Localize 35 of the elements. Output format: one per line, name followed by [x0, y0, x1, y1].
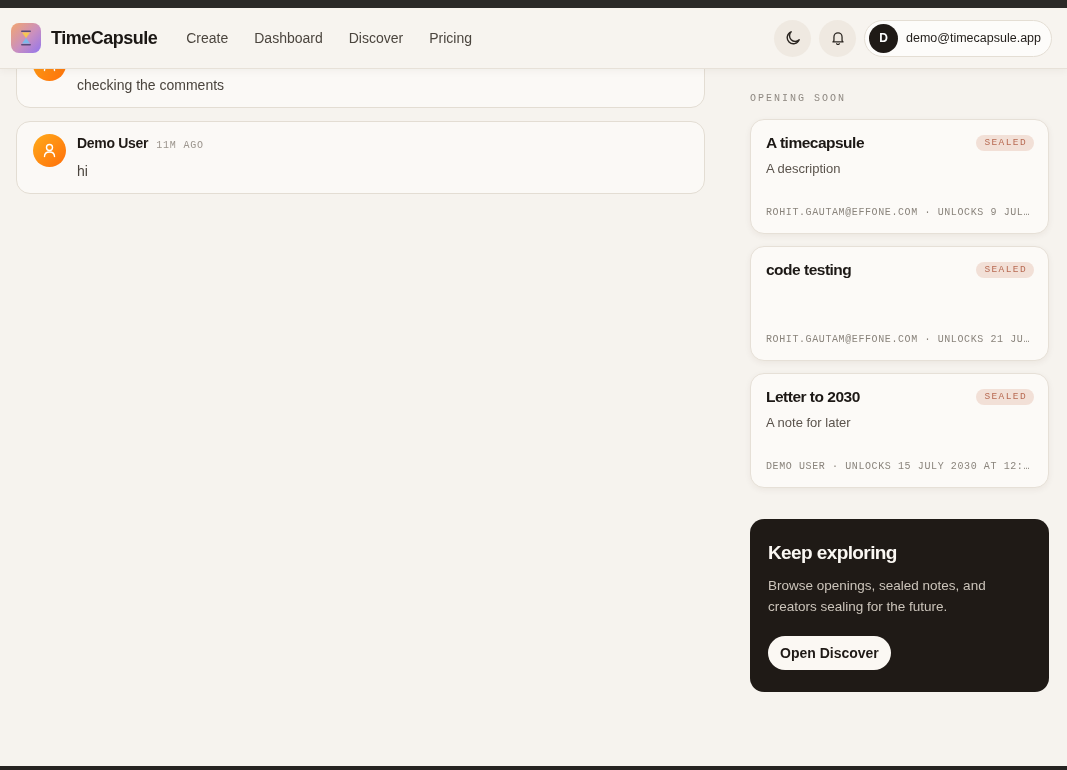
comment-author: Demo User [77, 134, 149, 152]
bell-icon [830, 31, 845, 45]
moon-icon [785, 31, 800, 45]
comment-text: checking the comments [77, 76, 225, 95]
capsule-meta: ROHIT.GAUTAM@EFFONE.COM · UNLOCKS 21 JU… [766, 333, 1032, 347]
brand-name[interactable]: TimeCapsule [51, 27, 158, 49]
capsule-description: A description [766, 160, 842, 178]
capsule-card[interactable]: A timecapsule SEALED A description ROHIT.GAUTAM@EFFONE.COM · UNLOCKS 9 JUL… [750, 119, 1049, 234]
hourglass-logo-icon[interactable] [11, 23, 41, 53]
user-avatar-icon [33, 134, 66, 167]
status-badge: SEALED [976, 262, 1034, 278]
promo-title: Keep exploring [768, 541, 898, 565]
user-avatar: D [869, 23, 898, 53]
open-discover-button[interactable]: Open Discover [768, 636, 891, 670]
status-badge: SEALED [976, 389, 1034, 405]
capsule-description: A note for later [766, 414, 852, 432]
theme-toggle-button[interactable] [774, 19, 811, 57]
capsule-title: code testing [766, 261, 852, 279]
nav-link[interactable]: Pricing [429, 30, 472, 46]
promo-text: Browse openings, sealed notes, and creators sealing for the future. [768, 577, 987, 616]
comment-text: hi [77, 162, 89, 181]
capsule-title: A timecapsule [766, 134, 865, 152]
comment-time: 11M AGO [156, 139, 204, 153]
capsule-meta: ROHIT.GAUTAM@EFFONE.COM · UNLOCKS 9 JUL… [766, 206, 1032, 220]
section-heading: OPENING SOON [750, 92, 847, 106]
capsule-card[interactable]: Letter to 2030 SEALED A note for later DEMO USER · UNLOCKS 15 JULY 2030 AT 12:… [750, 373, 1049, 488]
account-button[interactable]: D demo@timecapsule.app [864, 19, 1052, 57]
status-badge: SEALED [976, 135, 1034, 151]
notifications-button[interactable] [819, 19, 856, 57]
capsule-meta: DEMO USER · UNLOCKS 15 JULY 2030 AT 12:… [766, 460, 1032, 474]
nav-link[interactable]: Dashboard [254, 30, 323, 46]
capsule-card[interactable]: code testing SEALED ROHIT.GAUTAM@EFFONE.COM · UNLOCKS 21 JU… [750, 246, 1049, 361]
nav-link[interactable]: Create [186, 30, 229, 46]
nav-link[interactable]: Discover [348, 30, 404, 46]
capsule-title: Letter to 2030 [766, 388, 860, 406]
